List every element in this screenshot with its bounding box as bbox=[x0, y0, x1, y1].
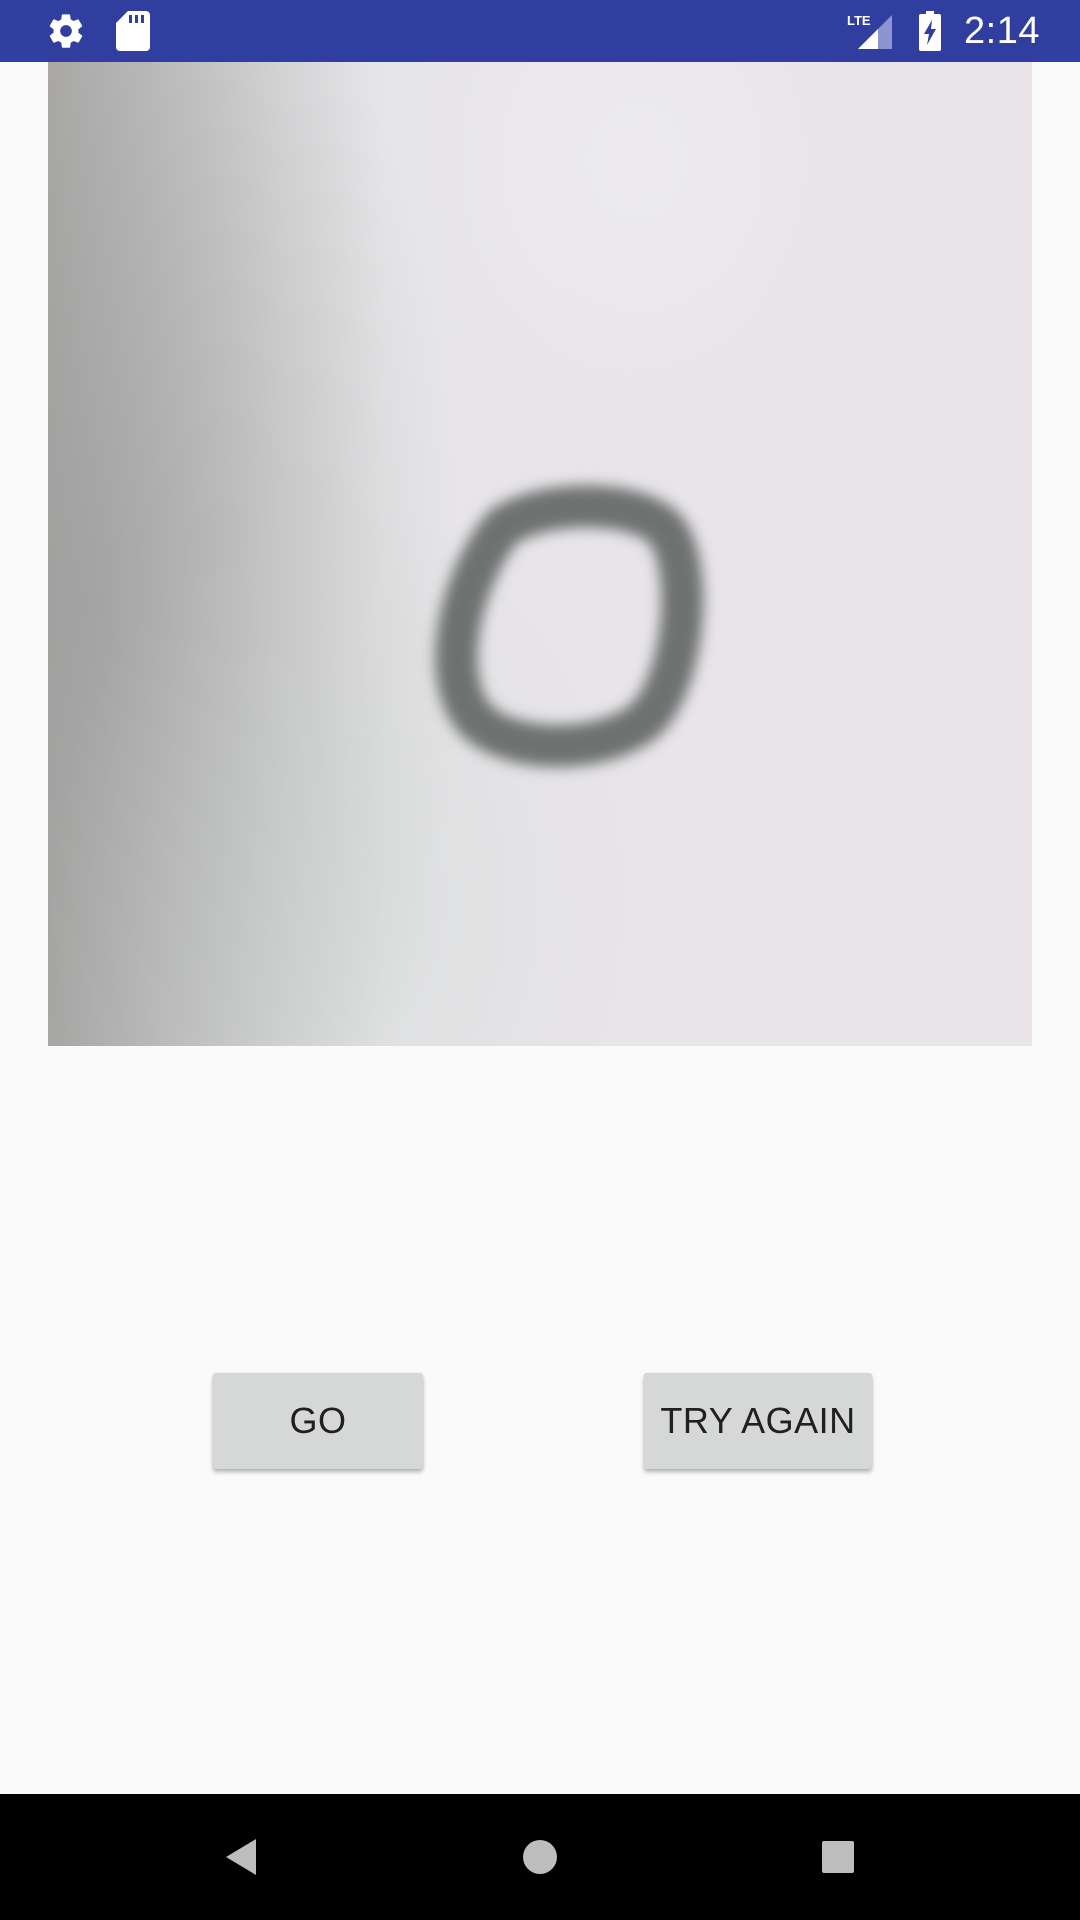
status-time: 2:14 bbox=[964, 9, 1040, 52]
back-icon[interactable] bbox=[207, 1822, 277, 1892]
captured-digit-image bbox=[48, 62, 1032, 1046]
recents-icon[interactable] bbox=[803, 1822, 873, 1892]
home-icon[interactable] bbox=[505, 1822, 575, 1892]
go-button[interactable]: GO bbox=[213, 1373, 423, 1469]
try-again-button[interactable]: TRY AGAIN bbox=[644, 1373, 872, 1469]
lte-signal-icon: LTE bbox=[846, 11, 896, 51]
sd-card-icon bbox=[116, 11, 150, 51]
battery-charging-icon bbox=[918, 11, 942, 51]
status-bar: LTE 2:14 bbox=[0, 0, 1080, 62]
status-left-icons bbox=[46, 10, 150, 52]
handwritten-zero-digit bbox=[435, 485, 704, 767]
navigation-bar bbox=[0, 1794, 1080, 1920]
status-right-icons: LTE 2:14 bbox=[846, 8, 1040, 54]
app-screen: LTE 2:14 GO TRY AGAIN bbox=[0, 0, 1080, 1920]
settings-icon bbox=[46, 11, 86, 51]
svg-text:LTE: LTE bbox=[847, 13, 871, 28]
